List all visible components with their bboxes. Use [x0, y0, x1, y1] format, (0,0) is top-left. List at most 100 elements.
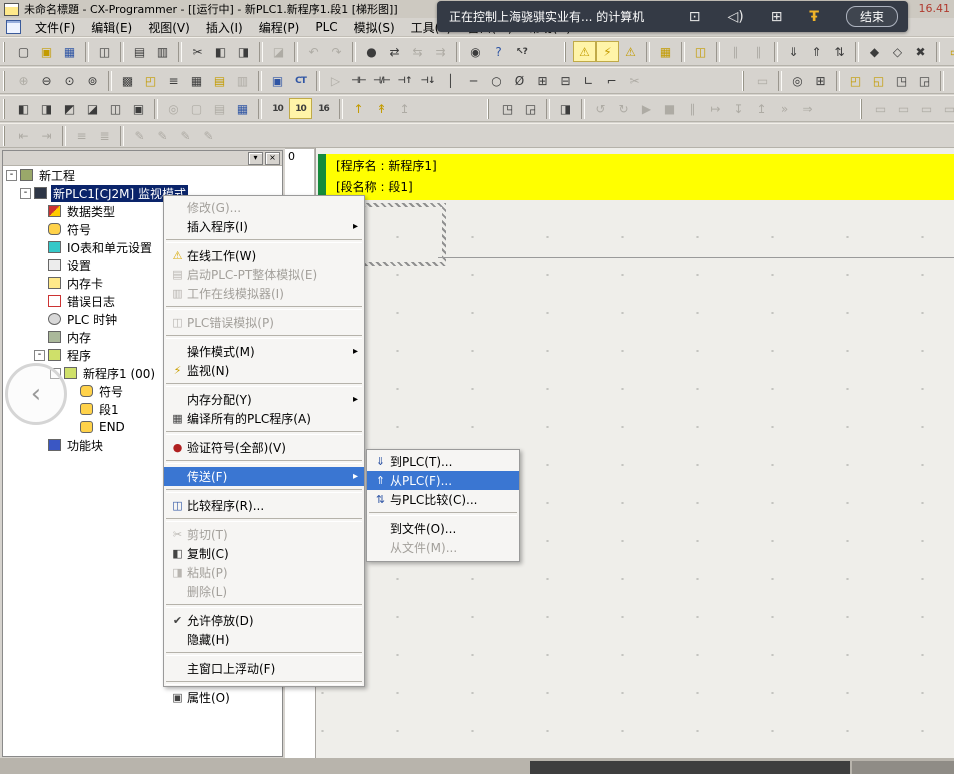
new-instruction-icon[interactable]: ⊞	[531, 70, 554, 91]
horizontal-line-icon[interactable]: ─	[462, 70, 485, 91]
new-coil-icon[interactable]: ○	[485, 70, 508, 91]
menu-file[interactable]: 文件(F)	[27, 18, 83, 37]
menu-simulation[interactable]: 模拟(S)	[346, 18, 403, 37]
selection-tool-icon[interactable]: ▷	[324, 70, 347, 91]
ctx-properties[interactable]: ▣ 属性(O)	[164, 688, 364, 707]
simulator-settings-icon[interactable]: ◲	[519, 98, 542, 119]
bottom-scrollbar[interactable]	[0, 758, 954, 774]
new-contact-icon[interactable]: ⊣⊢	[347, 70, 370, 91]
force-on-icon[interactable]: ◆	[863, 41, 886, 62]
find-next-icon[interactable]: ⇆	[406, 41, 429, 62]
ctx-operating-mode[interactable]: 操作模式(M) ▸	[164, 342, 364, 361]
replace-icon[interactable]: ⇄	[383, 41, 406, 62]
invoke-fb-icon[interactable]: ∟	[577, 70, 600, 91]
tree-expand-toggle[interactable]: -	[20, 188, 31, 199]
menu-insert[interactable]: 插入(I)	[198, 18, 251, 37]
tree-expand-toggle[interactable]	[34, 278, 45, 289]
fullscreen-icon[interactable]: ⊡	[689, 9, 701, 25]
simulation-pause-icon[interactable]: ∥	[681, 98, 704, 119]
tree-expand-toggle[interactable]	[34, 242, 45, 253]
simulation-stop-icon[interactable]: ■	[658, 98, 681, 119]
function-block-icon[interactable]: ⊟	[554, 70, 577, 91]
clear-breakpoints-icon[interactable]: ▭	[892, 98, 915, 119]
symbol-paste-icon[interactable]: ◱	[867, 70, 890, 91]
workspace-close-button[interactable]: ×	[265, 152, 280, 165]
find-prev-icon[interactable]: ⇉	[429, 41, 452, 62]
pause-icon[interactable]: ∥	[724, 41, 747, 62]
sub-to-plc[interactable]: ⇓ 到PLC(T)...	[367, 452, 519, 471]
about-icon[interactable]: ◉	[464, 41, 487, 62]
workspace-window-icon[interactable]: ◫	[104, 98, 127, 119]
tree-expand-toggle[interactable]	[66, 404, 77, 415]
tree-expand-toggle[interactable]	[34, 332, 45, 343]
rung-list-icon[interactable]: ≡	[162, 70, 185, 91]
run-to-cursor-icon[interactable]: ⇒	[796, 98, 819, 119]
ctx-plc-error-simulation[interactable]: ◫ PLC错误模拟(P)	[164, 313, 364, 332]
monitor-toggle-icon[interactable]: ◎	[162, 98, 185, 119]
help-icon[interactable]: ?	[487, 41, 510, 62]
tree-expand-toggle[interactable]	[34, 206, 45, 217]
memory-view-icon[interactable]: ⊞	[809, 70, 832, 91]
cascade-windows-icon[interactable]: ◧	[12, 98, 35, 119]
tile-horizontal-icon[interactable]: ◨	[35, 98, 58, 119]
menu-view[interactable]: 视图(V)	[140, 18, 198, 37]
io-comment-icon[interactable]: ▣	[266, 70, 289, 91]
sub-from-file[interactable]: 从文件(M)...	[367, 538, 519, 557]
print-preview-icon[interactable]: ▥	[151, 41, 174, 62]
ctx-copy[interactable]: ◧ 复制(C)	[164, 544, 364, 563]
ctx-allow-docking[interactable]: ✔ 允许停放(D)	[164, 611, 364, 630]
ctx-cut[interactable]: ✂ 剪切(T)	[164, 525, 364, 544]
symbol-copy-icon[interactable]: ◰	[844, 70, 867, 91]
scan-run-icon[interactable]: ↻	[612, 98, 635, 119]
new-closed-coil-icon[interactable]: Ø	[508, 70, 531, 91]
tile-vertical-icon[interactable]: ◩	[58, 98, 81, 119]
debug-list-icon[interactable]: ▭	[938, 98, 954, 119]
diff-monitor-icon[interactable]: ▤	[208, 98, 231, 119]
ctx-memory-allocation[interactable]: 内存分配(Y) ▸	[164, 390, 364, 409]
delete-line-icon[interactable]: ✂	[623, 70, 646, 91]
ctx-work-online[interactable]: ⚠ 在线工作(W)	[164, 246, 364, 265]
io-table-icon[interactable]: ▭	[751, 70, 774, 91]
block-list-icon[interactable]: ≣	[93, 125, 116, 146]
transfer-to-simulator-icon[interactable]: ◳	[496, 98, 519, 119]
decimal-display-icon[interactable]: 10	[266, 98, 289, 119]
scrollbar-thumb[interactable]	[530, 761, 850, 774]
print-icon[interactable]: ▤	[128, 41, 151, 62]
hex-display-icon[interactable]: 16	[312, 98, 335, 119]
tree-expand-toggle[interactable]	[34, 314, 45, 325]
undo-icon[interactable]: ↶	[302, 41, 325, 62]
ctx-hide[interactable]: 隐藏(H)	[164, 630, 364, 649]
work-online-icon[interactable]: ⚠	[573, 41, 596, 62]
change-value-icon[interactable]: ↟	[370, 98, 393, 119]
indent-right-icon[interactable]: ⇥	[35, 125, 58, 146]
plc-settings-icon[interactable]: ◎	[786, 70, 809, 91]
break-point-icon[interactable]: ▭	[869, 98, 892, 119]
continuous-step-icon[interactable]: »	[773, 98, 796, 119]
rung-wrap-icon[interactable]: ▤	[208, 70, 231, 91]
force-off-icon[interactable]: ◇	[886, 41, 909, 62]
or-closed-contact-icon[interactable]: ⊣↓	[416, 70, 439, 91]
ctx-insert-program[interactable]: 插入程序(I) ▸	[164, 217, 364, 236]
fb-parameter-icon[interactable]: ⌐	[600, 70, 623, 91]
compare-programs-icon[interactable]: ◫	[93, 41, 116, 62]
address-reference-icon[interactable]: ▚	[948, 70, 954, 91]
tree-expand-toggle[interactable]	[66, 422, 77, 433]
delete-rung-icon[interactable]: ✎	[174, 125, 197, 146]
insert-rung-above-icon[interactable]: ✎	[128, 125, 151, 146]
pause-monitoring-icon[interactable]: ⚠	[619, 41, 642, 62]
set-value-icon[interactable]: ↑	[347, 98, 370, 119]
redo-icon[interactable]: ↷	[325, 41, 348, 62]
arrange-icons-icon[interactable]: ◪	[81, 98, 104, 119]
sunflower-remote-icon[interactable]: Ŧ	[809, 9, 819, 25]
step-out-icon[interactable]: ↥	[750, 98, 773, 119]
transfer-warning-icon[interactable]: ◫	[689, 41, 712, 62]
simulator-debug-icon[interactable]: ◨	[554, 98, 577, 119]
ctx-paste[interactable]: ◨ 粘贴(P)	[164, 563, 364, 582]
speaker-icon[interactable]: ◁)	[727, 9, 743, 25]
sub-compare-with-plc[interactable]: ⇅ 与PLC比较(C)...	[367, 490, 519, 509]
tree-expand-toggle[interactable]	[34, 296, 45, 307]
watch-window-icon[interactable]: ▭	[944, 41, 954, 62]
tree-expand-toggle[interactable]	[66, 386, 77, 397]
show-grid-icon[interactable]: ▩	[116, 70, 139, 91]
new-file-icon[interactable]: ▢	[12, 41, 35, 62]
